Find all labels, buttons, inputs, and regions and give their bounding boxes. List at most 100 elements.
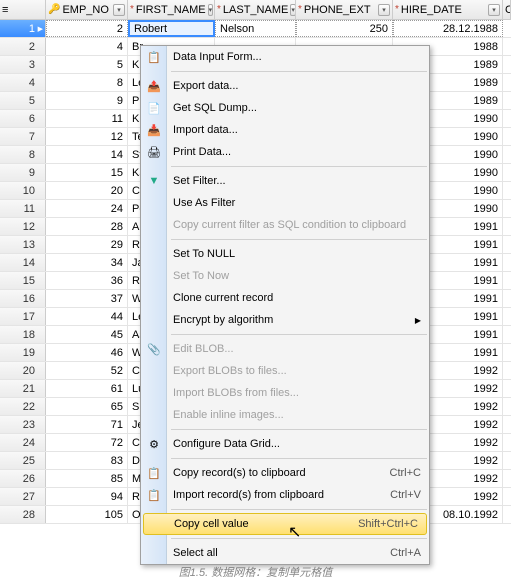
cell[interactable]: 14 [46, 146, 128, 163]
row-number[interactable]: 20 [0, 362, 46, 379]
cell[interactable]: 46 [46, 344, 128, 361]
row-number[interactable]: 28 [0, 506, 46, 523]
col-label: FIRST_NAME [136, 4, 206, 16]
menu-use-as-filter[interactable]: Use As Filter [141, 192, 429, 214]
menu-label: Export BLOBs to files... [173, 365, 287, 377]
row-number[interactable]: 2 [0, 38, 46, 55]
col-label: LAST_NAME [223, 4, 288, 16]
cell[interactable]: 71 [46, 416, 128, 433]
chevron-down-icon[interactable]: ▾ [113, 4, 125, 16]
cell[interactable]: 2 [46, 20, 128, 37]
export-icon: 📤 [146, 78, 162, 94]
row-number[interactable]: 21 [0, 380, 46, 397]
col-label: C [505, 4, 511, 16]
cell[interactable]: 52 [46, 362, 128, 379]
menu-copy-cell[interactable]: Copy cell valueShift+Ctrl+C [143, 513, 427, 535]
cell[interactable]: 105 [46, 506, 128, 523]
filter-icon: ▼ [146, 173, 162, 189]
menu-separator [171, 239, 427, 240]
cell[interactable]: 15 [46, 164, 128, 181]
cell[interactable]: 83 [46, 452, 128, 469]
mouse-cursor-icon: ↖ [288, 522, 301, 542]
cell[interactable]: Robert [128, 20, 215, 37]
row-number[interactable]: 15 [0, 272, 46, 289]
row-number[interactable]: 14 [0, 254, 46, 271]
cell[interactable]: Nelson [215, 20, 296, 37]
menu-select-all[interactable]: Select allCtrl+A [141, 542, 429, 564]
cell[interactable]: 85 [46, 470, 128, 487]
menu-set-filter[interactable]: ▼Set Filter... [141, 170, 429, 192]
cell[interactable]: 61 [46, 380, 128, 397]
cell[interactable]: 34 [46, 254, 128, 271]
menu-copy-records[interactable]: 📋Copy record(s) to clipboardCtrl+C [141, 462, 429, 484]
row-number[interactable]: 9 [0, 164, 46, 181]
row-number[interactable]: 8 [0, 146, 46, 163]
menu-label: Get SQL Dump... [173, 102, 257, 114]
row-number[interactable]: 7 [0, 128, 46, 145]
row-number[interactable]: 19 [0, 344, 46, 361]
cell[interactable]: 65 [46, 398, 128, 415]
asterisk-icon: * [130, 4, 134, 15]
menu-enable-inline: Enable inline images... [141, 404, 429, 426]
row-number[interactable]: 1 [0, 20, 46, 37]
cell[interactable]: 9 [46, 92, 128, 109]
row-number[interactable]: 25 [0, 452, 46, 469]
row-number[interactable]: 27 [0, 488, 46, 505]
menu-import-records[interactable]: 📋Import record(s) from clipboardCtrl+V [141, 484, 429, 506]
cell[interactable]: 72 [46, 434, 128, 451]
row-number[interactable]: 3 [0, 56, 46, 73]
row-number[interactable]: 4 [0, 74, 46, 91]
row-number[interactable]: 12 [0, 218, 46, 235]
menu-print-data[interactable]: 🖨Print Data... [141, 141, 429, 163]
cell[interactable]: 11 [46, 110, 128, 127]
menu-label: Import record(s) from clipboard [173, 489, 324, 501]
col-first-name[interactable]: *FIRST_NAME▾ [128, 0, 215, 19]
row-number[interactable]: 5 [0, 92, 46, 109]
cell[interactable]: 12 [46, 128, 128, 145]
row-number[interactable]: 22 [0, 398, 46, 415]
col-phone-ext[interactable]: *PHONE_EXT▾ [296, 0, 393, 19]
menu-import-data[interactable]: 📥Import data... [141, 119, 429, 141]
cell[interactable]: 36 [46, 272, 128, 289]
menu-get-sql[interactable]: 📄Get SQL Dump... [141, 97, 429, 119]
chevron-down-icon[interactable]: ▾ [488, 4, 500, 16]
col-emp-no[interactable]: 🔑EMP_NO▾ [46, 0, 128, 19]
row-number[interactable]: 16 [0, 290, 46, 307]
cell[interactable]: 8 [46, 74, 128, 91]
menu-data-input[interactable]: 📋Data Input Form... [141, 46, 429, 68]
row-number[interactable]: 18 [0, 326, 46, 343]
cell[interactable]: 94 [46, 488, 128, 505]
menu-set-null[interactable]: Set To NULL [141, 243, 429, 265]
row-header-corner[interactable]: ≡ [0, 0, 46, 19]
menu-configure[interactable]: ⚙Configure Data Grid... [141, 433, 429, 455]
row-number[interactable]: 24 [0, 434, 46, 451]
row-number[interactable]: 6 [0, 110, 46, 127]
cell[interactable]: 24 [46, 200, 128, 217]
row-number[interactable]: 10 [0, 182, 46, 199]
row-number[interactable]: 26 [0, 470, 46, 487]
menu-export-data[interactable]: 📤Export data... [141, 75, 429, 97]
figure-caption: 图1.5. 数据网格：复制单元格值 [0, 564, 511, 580]
cell[interactable]: 20 [46, 182, 128, 199]
cell[interactable]: 28.12.1988 [393, 20, 503, 37]
menu-clone[interactable]: Clone current record [141, 287, 429, 309]
col-extra[interactable]: C [503, 0, 511, 19]
row-number[interactable]: 11 [0, 200, 46, 217]
cell[interactable]: 29 [46, 236, 128, 253]
menu-encrypt[interactable]: Encrypt by algorithm▶ [141, 309, 429, 331]
cell[interactable]: 44 [46, 308, 128, 325]
row-number[interactable]: 23 [0, 416, 46, 433]
col-hire-date[interactable]: *HIRE_DATE▾ [393, 0, 503, 19]
cell[interactable]: 45 [46, 326, 128, 343]
row-number[interactable]: 13 [0, 236, 46, 253]
cell[interactable]: 250 [296, 20, 393, 37]
col-last-name[interactable]: *LAST_NAME▾ [215, 0, 296, 19]
cell[interactable]: 5 [46, 56, 128, 73]
cell[interactable]: 28 [46, 218, 128, 235]
table-row[interactable]: 12RobertNelson25028.12.1988 [0, 20, 511, 38]
chevron-down-icon[interactable]: ▾ [208, 4, 214, 16]
row-number[interactable]: 17 [0, 308, 46, 325]
cell[interactable]: 4 [46, 38, 128, 55]
cell[interactable]: 37 [46, 290, 128, 307]
chevron-down-icon[interactable]: ▾ [378, 4, 390, 16]
